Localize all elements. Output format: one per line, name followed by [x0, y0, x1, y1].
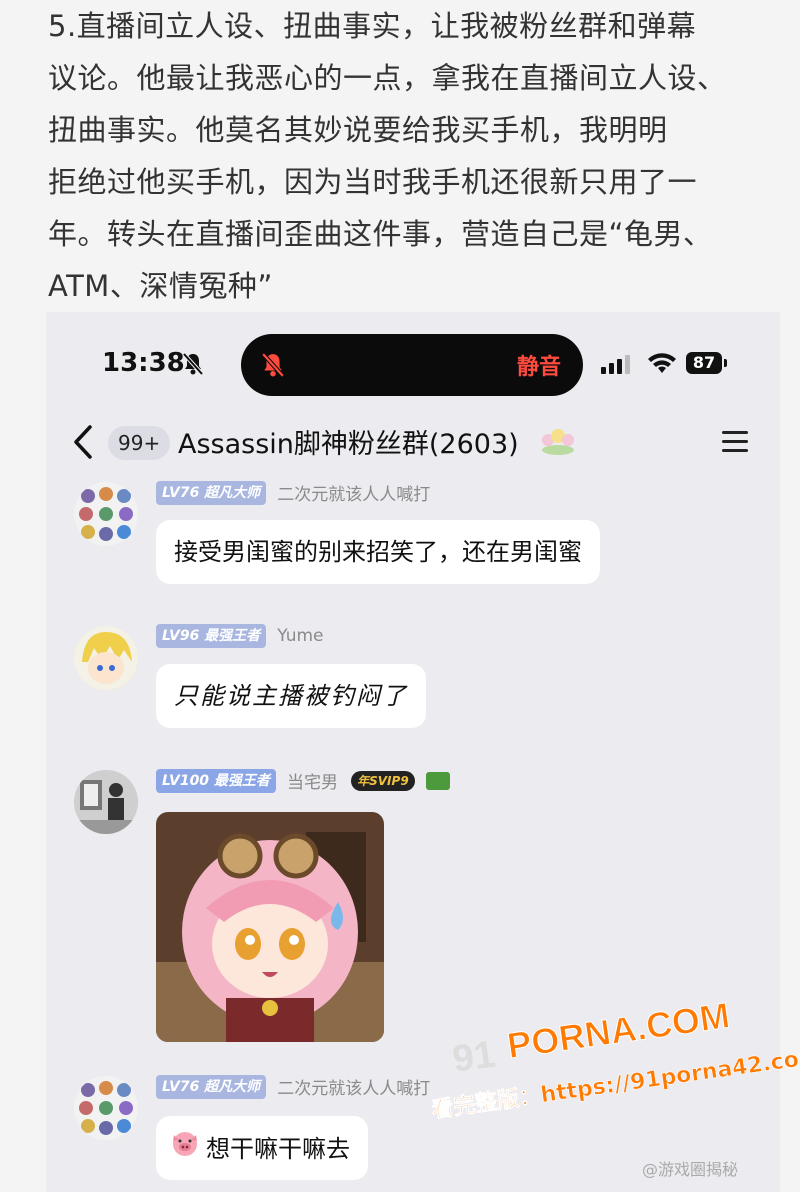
- level-badge: LV96 最强王者: [156, 624, 267, 648]
- message-meta: LV76 超凡大师 二次元就该人人喊打: [156, 480, 430, 506]
- pig-emoji-icon: [170, 1117, 200, 1181]
- muted-bell-icon: [261, 351, 285, 383]
- flower-icon: [538, 426, 578, 460]
- silent-mode-label: 静音: [516, 355, 561, 380]
- article-line: 议论。他最让我恶心的一点，拿我在直播间立人设、: [48, 61, 727, 95]
- wifi-icon: [647, 352, 677, 378]
- status-time: 13:38: [102, 348, 185, 378]
- anime-sticker-image[interactable]: [156, 812, 384, 1042]
- chevron-left-icon[interactable]: [72, 424, 94, 464]
- battery-tip: [724, 359, 727, 367]
- avatar[interactable]: [74, 770, 138, 834]
- message-text: 想干嘛干嘛去: [206, 1135, 350, 1163]
- article-line: 扭曲事实。他莫名其妙说要给我买手机，我明明: [48, 113, 668, 147]
- battery-indicator: 87: [686, 352, 722, 374]
- level-badge: LV100 最强王者: [156, 768, 276, 793]
- avatar[interactable]: [74, 482, 138, 546]
- sender-name[interactable]: 二次元就该人人喊打: [277, 480, 430, 505]
- source-credit: @游戏圈揭秘: [642, 1160, 739, 1179]
- avatar[interactable]: [74, 626, 138, 690]
- status-bar: 13:38 静音 87: [46, 312, 780, 412]
- message-meta: LV76 超凡大师 二次元就该人人喊打: [156, 1074, 430, 1100]
- article-line: 拒绝过他买手机，因为当时我手机还很新只用了一: [48, 165, 698, 199]
- chat-message: LV76 超凡大师 二次元就该人人喊打 接受男闺蜜的别来招笑了，还在男闺蜜: [46, 480, 780, 600]
- sender-name[interactable]: 二次元就该人人喊打: [277, 1074, 430, 1099]
- level-badge: LV76 超凡大师: [156, 480, 267, 505]
- message-meta: LV100 最强王者 当宅男 年SVIP9: [156, 768, 450, 794]
- menu-icon[interactable]: [720, 428, 750, 460]
- cellular-signal-icon: [601, 354, 633, 378]
- article-text: 5.直播间立人设、扭曲事实，让我被粉丝群和弹幕 议论。他最让我恶心的一点，拿我在…: [48, 0, 768, 312]
- green-badge-icon: [425, 771, 450, 790]
- article-line: 年。转头在直播间歪曲这件事，营造自己是“龟男、: [48, 217, 713, 251]
- sender-name[interactable]: 当宅男: [287, 768, 338, 793]
- article-line: 5.直播间立人设、扭曲事实，让我被粉丝群和弹幕: [48, 9, 697, 43]
- message-bubble[interactable]: 想干嘛干嘛去: [156, 1116, 368, 1180]
- unread-count-badge[interactable]: 99+: [108, 426, 171, 460]
- dynamic-island: 静音: [241, 334, 583, 396]
- avatar[interactable]: [74, 1076, 138, 1140]
- chat-header: 99+ Assassin脚神粉丝群(2603): [46, 412, 780, 474]
- watermark-prefix: 91: [450, 1033, 498, 1081]
- chat-message: LV96 最强王者 Yume 只能说主播被钓闷了: [46, 624, 780, 744]
- message-bubble[interactable]: 接受男闺蜜的别来招笑了，还在男闺蜜: [156, 520, 600, 584]
- svip-badge: 年SVIP9: [351, 770, 415, 791]
- message-meta: LV96 最强王者 Yume: [156, 624, 324, 650]
- bell-off-icon: [182, 352, 204, 380]
- article-line: ATM、深情冤种”: [48, 269, 273, 303]
- level-badge: LV76 超凡大师: [156, 1074, 267, 1099]
- sender-name[interactable]: Yume: [277, 626, 323, 646]
- message-bubble[interactable]: 只能说主播被钓闷了: [156, 664, 426, 728]
- group-title[interactable]: Assassin脚神粉丝群(2603): [178, 422, 519, 461]
